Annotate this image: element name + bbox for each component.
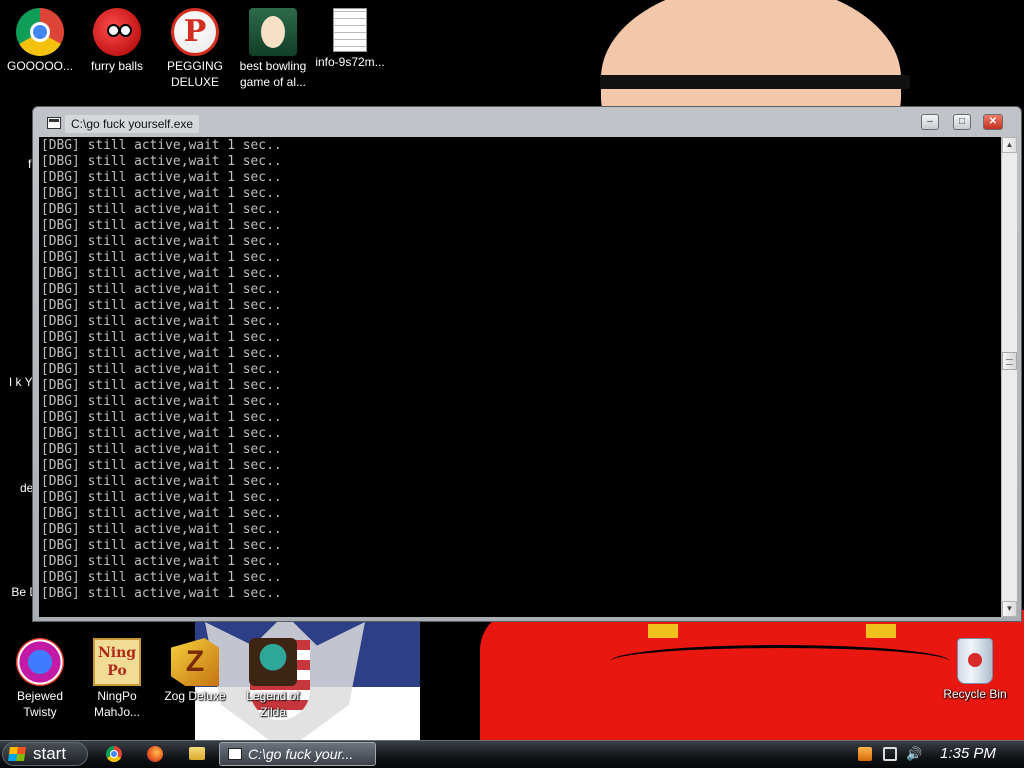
desktop-icon-gooooo[interactable]: GOOOOO...: [0, 8, 80, 74]
console-line: [DBG] still active,wait 1 sec..: [41, 250, 282, 265]
wallpaper-mouth: [610, 645, 950, 678]
console-line: [DBG] still active,wait 1 sec..: [41, 554, 282, 569]
console-line: [DBG] still active,wait 1 sec..: [41, 282, 282, 297]
scroll-down-arrow-icon[interactable]: ▼: [1002, 601, 1017, 617]
volume-icon[interactable]: 🔊: [906, 747, 922, 761]
console-line: [DBG] still active,wait 1 sec..: [41, 378, 282, 393]
chrome-icon[interactable]: [106, 746, 122, 762]
desktop-icon-label: Bejewed Twisty: [16, 689, 64, 719]
desktop-icon-legend-of-zilda[interactable]: Legend of Zilda: [233, 638, 313, 720]
taskbar: start C:\go fuck your... 🔊 1:35 PM: [0, 740, 1024, 768]
console-line: [DBG] still active,wait 1 sec..: [41, 138, 282, 153]
bejeweled-twist-icon: [16, 638, 64, 686]
legend-of-zilda-icon: [249, 638, 297, 686]
taskbar-task-label: C:\go fuck your...: [248, 746, 354, 762]
console-line: [DBG] still active,wait 1 sec..: [41, 314, 282, 329]
desktop-icon-label: best bowling game of al...: [239, 59, 307, 89]
minimize-button[interactable]: –: [921, 114, 939, 130]
console-line: [DBG] still active,wait 1 sec..: [41, 586, 282, 601]
console-line: [DBG] still active,wait 1 sec..: [41, 522, 282, 537]
console-line: [DBG] still active,wait 1 sec..: [41, 346, 282, 361]
start-button[interactable]: start: [2, 742, 88, 766]
wallpaper-mark-right: [866, 624, 896, 638]
desktop-icon-recycle-bin[interactable]: Recycle Bin: [935, 638, 1015, 702]
console-line: [DBG] still active,wait 1 sec..: [41, 234, 282, 249]
desktop-icon-label: info-9s72m...: [315, 55, 385, 69]
chrome-icon: [16, 8, 64, 56]
scroll-up-arrow-icon[interactable]: ▲: [1002, 137, 1017, 153]
console-line: [DBG] still active,wait 1 sec..: [41, 266, 282, 281]
console-line: [DBG] still active,wait 1 sec..: [41, 442, 282, 457]
start-label: start: [33, 744, 67, 763]
firefox-icon[interactable]: [147, 746, 163, 762]
console-line: [DBG] still active,wait 1 sec..: [41, 538, 282, 553]
console-lines: [DBG] still active,wait 1 sec.. [DBG] sti…: [39, 137, 1001, 602]
text-file-icon: [333, 8, 367, 52]
furry-balls-icon: [93, 8, 141, 56]
console-line: [DBG] still active,wait 1 sec..: [41, 458, 282, 473]
console-line: [DBG] still active,wait 1 sec..: [41, 474, 282, 489]
window-title: C:\go fuck yourself.exe: [65, 115, 200, 133]
folder-icon[interactable]: [189, 747, 205, 760]
ningpo-mahjong-icon: Ning Po: [93, 638, 141, 686]
console-output[interactable]: [DBG] still active,wait 1 sec.. [DBG] sti…: [39, 137, 1001, 617]
desktop-icon-zog-deluxe[interactable]: Z Zog Deluxe: [155, 638, 235, 704]
console-line: [DBG] still active,wait 1 sec..: [41, 410, 282, 425]
windows-logo-icon: [8, 747, 26, 761]
console-line: [DBG] still active,wait 1 sec..: [41, 570, 282, 585]
console-line: [DBG] still active,wait 1 sec..: [41, 394, 282, 409]
console-line: [DBG] still active,wait 1 sec..: [41, 506, 282, 521]
taskbar-console-button[interactable]: C:\go fuck your...: [219, 742, 376, 766]
desktop-icon-label: Recycle Bin: [943, 687, 1007, 701]
scrollbar-thumb[interactable]: [1002, 352, 1017, 370]
desktop-icon-pegging-deluxe[interactable]: P PEGGING DELUXE: [155, 8, 235, 90]
desktop-icon-label: Zog Deluxe: [164, 689, 226, 703]
console-window[interactable]: C:\go fuck yourself.exe – □ ✕ [DBG] stil…: [32, 106, 1022, 622]
console-line: [DBG] still active,wait 1 sec..: [41, 362, 282, 377]
close-button[interactable]: ✕: [983, 114, 1003, 130]
console-line: [DBG] still active,wait 1 sec..: [41, 154, 282, 169]
desktop-icon-label: NingPo MahJo...: [93, 689, 141, 719]
console-line: [DBG] still active,wait 1 sec..: [41, 186, 282, 201]
console-line: [DBG] still active,wait 1 sec..: [41, 202, 282, 217]
bowling-game-icon: [249, 8, 297, 56]
zog-deluxe-icon: Z: [171, 638, 219, 686]
taskbar-clock[interactable]: 1:35 PM: [940, 744, 996, 764]
console-line: [DBG] still active,wait 1 sec..: [41, 298, 282, 313]
desktop-icon-label: GOOOOO...: [6, 59, 73, 73]
console-app-icon: [47, 117, 61, 129]
java-update-icon[interactable]: [858, 747, 872, 761]
window-titlebar[interactable]: C:\go fuck yourself.exe – □ ✕: [33, 107, 1021, 137]
recycle-bin-icon: [957, 638, 993, 684]
console-line: [DBG] still active,wait 1 sec..: [41, 170, 282, 185]
vertical-scrollbar[interactable]: ▲ ▼: [1001, 137, 1017, 617]
wallpaper-mark-left: [648, 624, 678, 638]
desktop-icon-bowling[interactable]: best bowling game of al...: [233, 8, 313, 90]
desktop-icon-label: Legend of Zilda: [246, 689, 300, 719]
console-line: [DBG] still active,wait 1 sec..: [41, 490, 282, 505]
desktop-icon-ningpo[interactable]: Ning Po NingPo MahJo...: [77, 638, 157, 720]
desktop-icon-bejewed-twisty[interactable]: Bejewed Twisty: [0, 638, 80, 720]
desktop-icon-label: PEGGING DELUXE: [166, 59, 223, 89]
console-line: [DBG] still active,wait 1 sec..: [41, 218, 282, 233]
maximize-button[interactable]: □: [953, 114, 971, 130]
console-line: [DBG] still active,wait 1 sec..: [41, 426, 282, 441]
network-icon[interactable]: [883, 747, 897, 761]
desktop-icon-label: furry balls: [90, 59, 143, 73]
desktop-icon-furry-balls[interactable]: furry balls: [77, 8, 157, 74]
desktop-icon-info-file[interactable]: info-9s72m...: [310, 8, 390, 70]
console-line: [DBG] still active,wait 1 sec..: [41, 330, 282, 345]
pegging-deluxe-icon: P: [171, 8, 219, 56]
console-app-icon: [228, 748, 242, 760]
